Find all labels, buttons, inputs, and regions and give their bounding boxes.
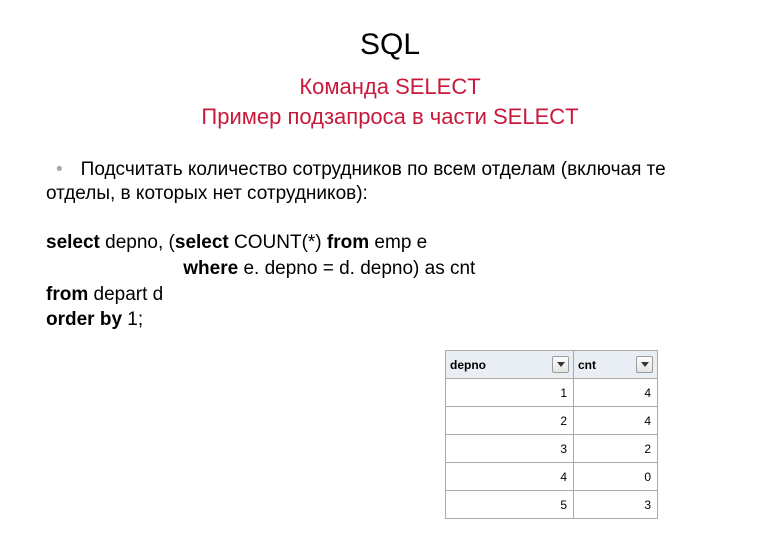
cell-cnt: 4 (574, 407, 658, 435)
dropdown-button[interactable] (552, 356, 569, 373)
cell-depno: 2 (446, 407, 574, 435)
column-header-label: depno (450, 358, 486, 372)
column-header-depno[interactable]: depno (446, 351, 574, 379)
table-row: 5 3 (446, 491, 658, 519)
cell-depno: 4 (446, 463, 574, 491)
cell-depno: 1 (446, 379, 574, 407)
code-line-1: select depno, (select COUNT(*) from emp … (46, 230, 754, 256)
table-row: 3 2 (446, 435, 658, 463)
chevron-down-icon (557, 362, 565, 367)
table-row: 4 0 (446, 463, 658, 491)
page-title: SQL (0, 28, 780, 62)
table-row: 1 4 (446, 379, 658, 407)
bullet-icon: • (56, 158, 63, 182)
code-line-4: order by 1; (46, 307, 754, 333)
cell-depno: 5 (446, 491, 574, 519)
result-table: depno cnt 1 4 2 4 3 2 4 0 (445, 350, 658, 519)
code-line-2: where e. depno = d. depno) as cnt (46, 256, 754, 282)
content-area: • Подсчитать количество сотрудников по в… (0, 130, 780, 333)
cell-cnt: 2 (574, 435, 658, 463)
bullet-text-line1: Подсчитать количество сотрудников по все… (81, 158, 666, 182)
cell-depno: 3 (446, 435, 574, 463)
chevron-down-icon (641, 362, 649, 367)
column-header-label: cnt (578, 358, 596, 372)
bullet-text-line2: отделы, в которых нет сотрудников): (46, 182, 754, 207)
cell-cnt: 0 (574, 463, 658, 491)
column-header-cnt[interactable]: cnt (574, 351, 658, 379)
subtitle-line-1: Команда SELECT (0, 74, 780, 100)
dropdown-button[interactable] (636, 356, 653, 373)
code-line-3: from depart d (46, 282, 754, 308)
cell-cnt: 3 (574, 491, 658, 519)
bullet-item: • Подсчитать количество сотрудников по в… (64, 158, 754, 182)
subtitle-line-2: Пример подзапроса в части SELECT (0, 104, 780, 130)
table-row: 2 4 (446, 407, 658, 435)
title-block: SQL Команда SELECT Пример подзапроса в ч… (0, 0, 780, 130)
cell-cnt: 4 (574, 379, 658, 407)
table-header-row: depno cnt (446, 351, 658, 379)
sql-code-block: select depno, (select COUNT(*) from emp … (46, 230, 754, 333)
